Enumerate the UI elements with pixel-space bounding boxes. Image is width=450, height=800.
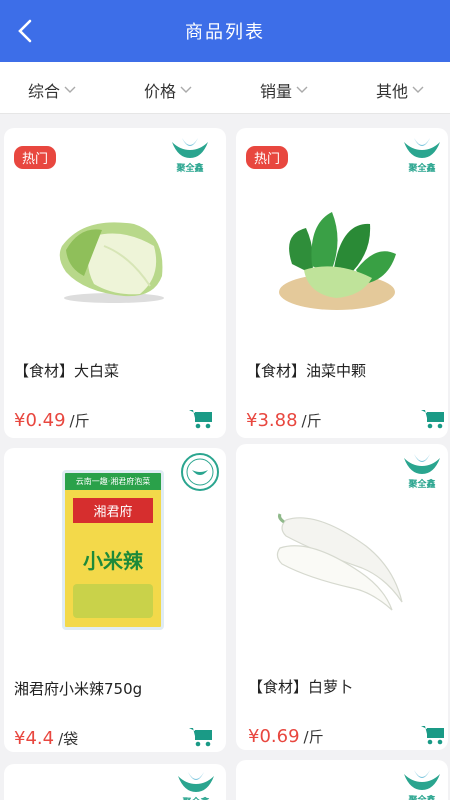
add-to-cart-icon[interactable] [420, 724, 446, 746]
product-card[interactable]: 聚全鑫 【食材】白萝卜 ¥0.69/斤 [236, 444, 448, 750]
sort-bar: 综合 价格 销量 其他 [0, 62, 450, 114]
product-name: 【食材】大白菜 [14, 362, 120, 380]
sort-sales[interactable]: 销量 [260, 78, 308, 102]
top-bar: 商品列表 [0, 0, 450, 62]
white-radish-icon [276, 513, 403, 611]
price-unit: /斤 [301, 412, 322, 430]
product-price: ¥4.4/袋 [14, 728, 78, 749]
brand-logo-icon: 聚全鑫 [168, 136, 212, 174]
product-card[interactable]: 热门 聚全鑫 【食材】大白菜 ¥0.49/斤 [4, 128, 226, 438]
sort-comprehensive[interactable]: 综合 [28, 78, 76, 102]
brand-logo-icon: 聚全鑫 [174, 770, 218, 800]
product-card[interactable]: 聚全鑫 [236, 760, 448, 800]
chevron-down-icon [296, 86, 308, 93]
price-value: ¥4.4 [14, 728, 55, 749]
price-unit: /袋 [58, 730, 79, 748]
product-name: 【食材】油菜中颗 [246, 362, 367, 380]
brand-logo-icon: 聚全鑫 [400, 768, 444, 800]
price-value: ¥0.49 [14, 410, 66, 431]
product-card[interactable]: 聚全鑫 [4, 764, 226, 800]
sort-label: 其他 [376, 82, 409, 101]
seal-logo-icon [180, 452, 224, 491]
sort-label: 价格 [144, 82, 177, 101]
price-unit: /斤 [303, 728, 324, 746]
hot-badge: 热门 [246, 146, 289, 169]
add-to-cart-icon[interactable] [188, 408, 214, 430]
product-name: 湘君府小米辣750g [14, 680, 143, 698]
add-to-cart-icon[interactable] [188, 726, 214, 748]
product-price: ¥3.88/斤 [246, 410, 322, 431]
napa-cabbage-icon [59, 222, 164, 303]
sort-label: 综合 [28, 82, 61, 101]
product-grid: 热门 聚全鑫 【食材】大白菜 ¥0.49/斤 热门 聚全鑫 【食材】油菜中颗 ¥… [0, 114, 450, 800]
chevron-down-icon [64, 86, 76, 93]
price-value: ¥3.88 [246, 410, 298, 431]
product-price: ¥0.69/斤 [248, 726, 324, 747]
price-unit: /斤 [69, 412, 90, 430]
chevron-down-icon [180, 86, 192, 93]
sort-price[interactable]: 价格 [144, 78, 192, 102]
page-title: 商品列表 [185, 22, 265, 43]
sort-other[interactable]: 其他 [376, 78, 424, 102]
product-card[interactable]: 热门 聚全鑫 【食材】油菜中颗 ¥3.88/斤 [236, 128, 448, 438]
product-price: ¥0.49/斤 [14, 410, 90, 431]
price-value: ¥0.69 [248, 726, 300, 747]
chevron-down-icon [412, 86, 424, 93]
hot-badge: 热门 [14, 146, 57, 169]
add-to-cart-icon[interactable] [420, 408, 446, 430]
product-name: 【食材】白萝卜 [248, 678, 354, 696]
sort-label: 销量 [260, 82, 293, 101]
product-card[interactable]: 云南一趣·湘君府泡菜 湘君府 小米辣 湘君府小米辣750g ¥4.4/袋 [4, 448, 226, 752]
brand-logo-icon: 聚全鑫 [400, 452, 444, 490]
bok-choy-icon [279, 212, 396, 310]
pickled-chili-bag-icon: 云南一趣·湘君府泡菜 湘君府 小米辣 [62, 470, 164, 630]
brand-logo-icon: 聚全鑫 [400, 136, 444, 174]
